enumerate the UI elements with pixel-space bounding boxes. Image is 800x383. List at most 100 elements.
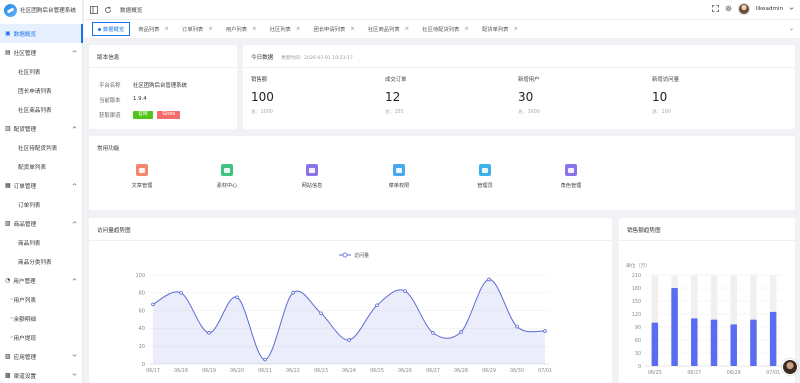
fullscreen-icon[interactable]	[711, 4, 719, 14]
sidebar-item-1[interactable]: ▤ 社区管理	[0, 43, 83, 62]
close-icon[interactable]: ×	[208, 26, 213, 32]
data-point[interactable]	[291, 291, 295, 295]
logo[interactable]: 社区团购后台管理系统	[0, 0, 82, 20]
sidebar-item-label: 用户管理	[13, 278, 36, 285]
sidebar-item-label: 用户列表	[13, 297, 36, 304]
sidebar-item-13[interactable]: ◔ 用户管理	[0, 271, 83, 290]
close-icon[interactable]: ×	[405, 26, 410, 32]
function-article[interactable]: 文章管理	[122, 164, 162, 189]
data-point[interactable]	[431, 331, 435, 335]
visits-chart: 0 20 40 60 80 100 06/17 06/18 06/19 06/20 06/21 06/…	[135, 252, 551, 374]
close-icon[interactable]: ×	[350, 26, 355, 32]
sidebar-item-5[interactable]: ▥ 配货管理	[0, 119, 83, 138]
data-point[interactable]	[375, 303, 379, 308]
floating-avatar[interactable]	[782, 359, 798, 375]
article-icon	[136, 164, 148, 176]
x-tick-label: 07/01	[766, 370, 780, 376]
x-tick-label: 06/22	[286, 368, 300, 374]
data-point[interactable]	[263, 357, 267, 362]
tab-4[interactable]: 社区列表 ×	[265, 22, 306, 36]
sidebar-item-9[interactable]: 订单列表	[0, 195, 83, 214]
gear-icon[interactable]	[725, 5, 732, 14]
data-point[interactable]	[207, 331, 211, 335]
function-image[interactable]: 素材中心	[207, 164, 247, 189]
sales-bar[interactable]	[691, 318, 698, 366]
y-tick-label: 60	[635, 338, 641, 344]
data-point[interactable]	[515, 324, 519, 329]
stat-total: 总：1000	[251, 110, 273, 115]
sidebar-item-10[interactable]: ▧ 商品管理	[0, 214, 83, 233]
tabs-more-icon[interactable]: ⌄	[789, 25, 794, 32]
refresh-icon[interactable]	[104, 6, 112, 14]
data-point[interactable]	[151, 302, 155, 307]
sidebar-item-0[interactable]: ▣ 数据概览	[0, 24, 83, 43]
data-point[interactable]	[347, 338, 351, 342]
sidebar-item-6[interactable]: 社区待配货列表	[0, 138, 83, 157]
tab-bar: 数据概览 商品列表 × 订单列表 × 用户列表 × 社区列表 × 团长申请列表 × 社区商品列表 × 社区…	[84, 20, 800, 39]
sidebar-item-8[interactable]: ▦ 订单管理	[0, 176, 83, 195]
sidebar-item-15[interactable]: ◦ 余额明细	[0, 309, 83, 328]
x-tick-label: 06/18	[174, 368, 188, 374]
close-icon[interactable]: ×	[296, 26, 301, 32]
sales-chart: 单位（万） 0 30 60 90 120 150 180 210 06/25 06/27 06/29 0…	[626, 262, 783, 376]
close-icon[interactable]: ×	[164, 26, 169, 32]
chart-legend[interactable]: 访问量	[339, 252, 369, 259]
data-point[interactable]	[235, 295, 239, 300]
sales-bar[interactable]	[671, 288, 678, 366]
tab-7[interactable]: 社区待配货列表 ×	[417, 22, 474, 36]
sidebar-item-18[interactable]: ▩ 渠道设置	[0, 366, 83, 383]
function-menu[interactable]: 菜单权限	[379, 164, 419, 189]
tab-6[interactable]: 社区商品列表 ×	[363, 22, 414, 36]
sidebar-item-12[interactable]: 商品分类列表	[0, 252, 83, 271]
platform-value: 社区团购后台管理系统	[133, 83, 187, 89]
sidebar-item-3[interactable]: 团长申请列表	[0, 81, 83, 100]
username[interactable]: likeadmin	[756, 6, 783, 12]
tab-0[interactable]: 数据概览	[92, 22, 131, 36]
divider	[89, 67, 237, 68]
tab-1[interactable]: 商品列表 ×	[133, 22, 174, 36]
sidebar-item-4[interactable]: 社区商品列表	[0, 100, 83, 119]
tab-3[interactable]: 用户列表 ×	[221, 22, 262, 36]
chevron-down-icon[interactable]	[789, 6, 794, 13]
user-icon: ◔	[5, 277, 11, 284]
tab-8[interactable]: 配货单列表 ×	[477, 22, 523, 36]
data-point[interactable]	[179, 291, 183, 295]
sidebar-item-14[interactable]: ◦ 用户列表	[0, 290, 83, 309]
sidebar-item-label: 商品管理	[13, 221, 37, 228]
tab-2[interactable]: 订单列表 ×	[177, 22, 218, 36]
sales-bar[interactable]	[730, 324, 737, 366]
data-point[interactable]	[403, 289, 407, 293]
sidebar-item-17[interactable]: ▨ 应用管理	[0, 347, 83, 366]
gitee-button[interactable]: Gitee	[157, 111, 181, 119]
tab-5[interactable]: 团长申请列表 ×	[308, 22, 359, 36]
sidebar-item-7[interactable]: 配货单列表	[0, 157, 83, 176]
data-point[interactable]	[487, 277, 491, 282]
image-icon	[221, 164, 233, 176]
close-icon[interactable]: ×	[513, 26, 518, 32]
close-icon[interactable]: ×	[252, 26, 257, 32]
official-site-button[interactable]: 官网	[133, 111, 153, 119]
chevron-up-icon	[72, 50, 77, 53]
close-icon[interactable]: ×	[464, 26, 469, 32]
data-point[interactable]	[319, 311, 323, 316]
sidebar-item-11[interactable]: 商品列表	[0, 233, 83, 252]
collapse-sidebar-icon[interactable]	[90, 5, 98, 14]
sidebar-item-16[interactable]: ◦ 用户提现	[0, 328, 83, 347]
visits-area	[153, 279, 545, 364]
today-card-title: 今日数据 更新时间：2026-07-01 10:23:17	[251, 55, 353, 61]
sidebar-item-2[interactable]: 社区列表	[0, 62, 83, 81]
functions-card-title: 常用功能	[97, 146, 120, 152]
user-avatar[interactable]	[737, 3, 750, 15]
data-point[interactable]	[459, 330, 463, 334]
function-admin[interactable]: 管理员	[465, 164, 505, 189]
sales-bar[interactable]	[769, 311, 777, 366]
function-role[interactable]: 角色管理	[551, 164, 591, 189]
sales-bar[interactable]	[651, 322, 659, 366]
sales-bar[interactable]	[710, 319, 718, 366]
data-point[interactable]	[543, 329, 547, 333]
y-tick-label: 150	[632, 299, 641, 305]
tab-label: 数据概览	[103, 27, 125, 33]
function-monitor[interactable]: 网站信息	[292, 164, 332, 189]
y-tick-label: 80	[139, 291, 145, 297]
sales-bar[interactable]	[750, 319, 757, 366]
